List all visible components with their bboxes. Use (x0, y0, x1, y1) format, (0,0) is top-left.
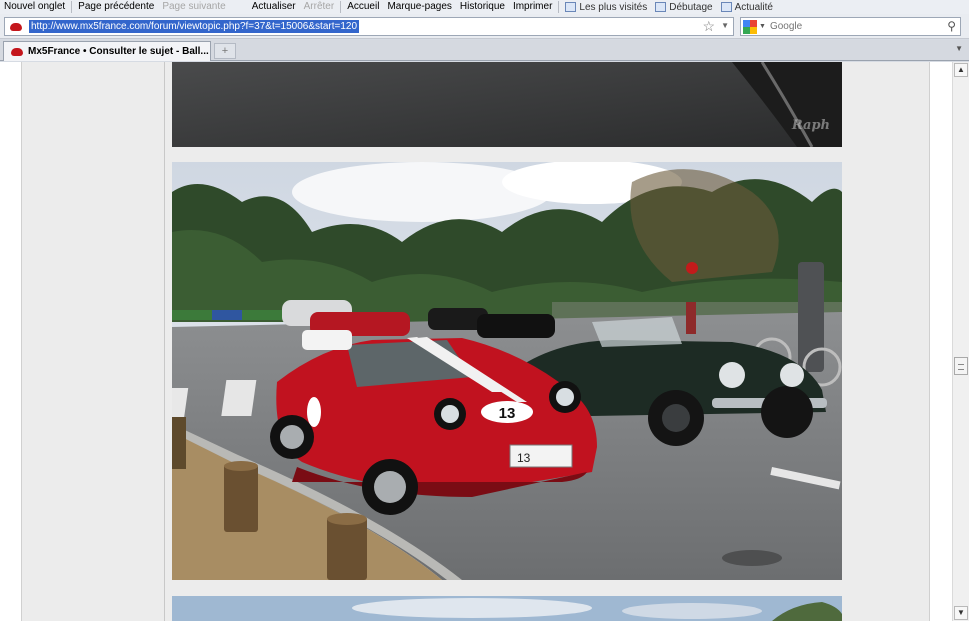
forum-photo-next (172, 596, 842, 621)
search-icon[interactable]: ⚲ (947, 19, 956, 33)
navigation-bar: http://www.mx5france.com/forum/viewtopic… (0, 14, 969, 39)
home-button[interactable]: Accueil (343, 1, 383, 13)
car-number-label: 13 (499, 405, 516, 422)
tab-title: Mx5France • Consulter le sujet - Ball... (28, 46, 209, 57)
new-tab-button[interactable]: Nouvel onglet (0, 1, 69, 13)
forward-button[interactable]: Page suivante (158, 1, 229, 13)
toolbar-separator (340, 1, 342, 13)
address-bar[interactable]: http://www.mx5france.com/forum/viewtopic… (4, 17, 734, 36)
bookmark-label: Débutage (669, 1, 713, 13)
scrollbar-thumb[interactable] (954, 357, 968, 375)
back-button[interactable]: Page précédente (74, 1, 158, 13)
url-dropdown-icon[interactable]: ▼ (721, 21, 729, 30)
tab-mx5france[interactable]: Mx5France • Consulter le sujet - Ball... (3, 41, 211, 61)
google-icon[interactable] (743, 19, 757, 34)
stop-button[interactable]: Arrêter (300, 1, 339, 13)
photo-watermark: Raph (791, 118, 830, 133)
rss-feed-icon (720, 2, 732, 12)
forum-photo-mx5-rally[interactable]: 13 13 (172, 162, 842, 580)
bookmark-news[interactable]: Actualité (717, 2, 777, 13)
url-text[interactable]: http://www.mx5france.com/forum/viewtopic… (29, 20, 360, 33)
tab-strip: Mx5France • Consulter le sujet - Ball...… (0, 40, 969, 61)
scroll-down-arrow-icon[interactable]: ▼ (954, 606, 968, 620)
scroll-up-arrow-icon[interactable]: ▲ (954, 63, 968, 77)
search-bar[interactable]: ▼ ⚲ (740, 17, 961, 36)
bookmark-getting-started[interactable]: Débutage (651, 2, 716, 13)
history-menu[interactable]: Historique (456, 1, 509, 13)
vertical-scrollbar[interactable]: ▲ ▼ (952, 62, 969, 621)
toolbar-separator (71, 1, 73, 13)
mx5-logo-icon (10, 47, 24, 57)
menu-toolbar: Nouvel onglet Page précédente Page suiva… (0, 0, 969, 14)
bookmark-label: Actualité (734, 1, 773, 13)
reload-button[interactable]: Actualiser (248, 1, 300, 13)
new-tab-plus-button[interactable]: + (214, 43, 236, 59)
bookmark-star-icon[interactable]: ☆ (702, 19, 715, 34)
forum-photo-previous: Raph (172, 62, 842, 147)
bookmark-most-visited[interactable]: Les plus visités (561, 2, 651, 13)
bookmark-folder-icon (565, 2, 577, 12)
forum-left-column (21, 62, 165, 621)
tab-list-dropdown-icon[interactable]: ▼ (955, 44, 963, 53)
bookmarks-menu[interactable]: Marque-pages (383, 1, 455, 13)
search-engine-dropdown-icon[interactable]: ▼ (759, 23, 766, 30)
page-viewport: Raph 13 13 (0, 62, 952, 621)
toolbar-separator (558, 1, 560, 13)
bookmark-label: Les plus visités (579, 1, 648, 13)
print-button[interactable]: Imprimer (509, 1, 556, 13)
license-plate: 13 (517, 451, 531, 465)
forum-right-margin (929, 62, 952, 621)
search-input[interactable] (769, 21, 940, 32)
mx5-logo-icon (9, 22, 23, 32)
bookmark-page-icon (655, 2, 667, 12)
